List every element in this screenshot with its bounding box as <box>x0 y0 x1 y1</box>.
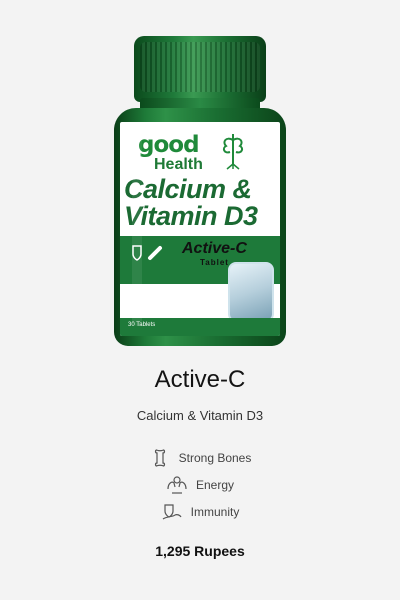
feature-label: Strong Bones <box>178 450 252 465</box>
tree-logo-icon <box>222 134 244 170</box>
product-name[interactable]: Active-C <box>0 366 400 394</box>
label-title-line2: Vitamin D3 <box>124 201 258 231</box>
feature-item: Energy <box>0 471 400 498</box>
feature-list: Strong Bones Energy Immunity <box>0 444 400 525</box>
product-card[interactable]: good Health Calcium & Vitamin D3 Active-… <box>0 0 400 600</box>
product-subtitle: Calcium & Vitamin D3 <box>136 408 264 423</box>
feature-label: Energy <box>195 477 235 492</box>
knee-joint-image <box>228 262 274 322</box>
immunity-icon <box>161 502 183 522</box>
feature-label: Immunity <box>190 504 240 519</box>
bottle-label: good Health Calcium & Vitamin D3 Active-… <box>120 122 280 336</box>
energy-icon <box>166 475 188 495</box>
cap-ridges <box>140 42 260 92</box>
brand-logo-good: good <box>138 132 200 158</box>
product-price: 1,295 Rupees <box>155 543 245 559</box>
brand-logo-health: Health <box>154 156 203 173</box>
bottle-shine <box>132 126 142 326</box>
label-product-name: Active-C <box>182 240 247 257</box>
bone-icon <box>149 448 171 468</box>
feature-item: Immunity <box>0 498 400 525</box>
bottle-cap <box>134 36 266 102</box>
feature-item: Strong Bones <box>0 444 400 471</box>
label-form: Tablet <box>200 258 229 267</box>
product-image[interactable]: good Health Calcium & Vitamin D3 Active-… <box>110 30 290 348</box>
